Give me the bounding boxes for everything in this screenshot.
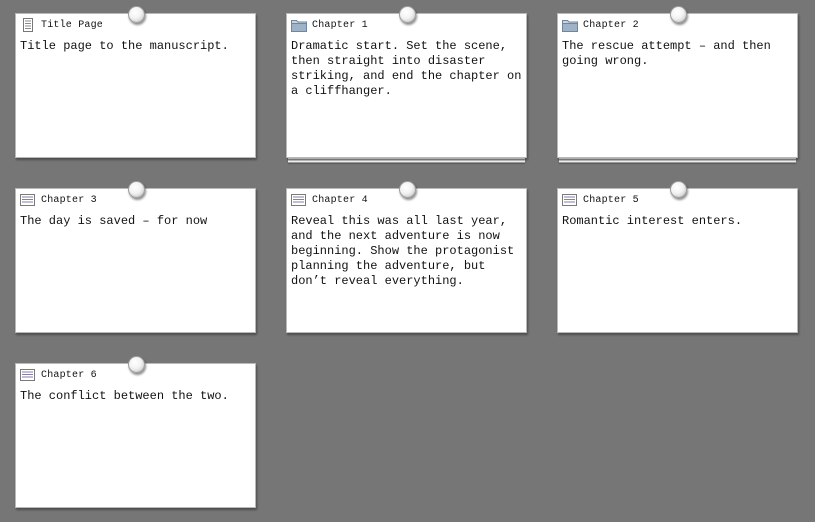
document-icon xyxy=(20,18,36,32)
index-card-chapter-1[interactable]: Chapter 1 Dramatic start. Set the scene,… xyxy=(286,6,527,163)
index-card-chapter-3[interactable]: Chapter 3 The day is saved – for now xyxy=(15,181,256,333)
pushpin-icon xyxy=(128,6,145,23)
folder-icon xyxy=(562,18,578,32)
card-synopsis[interactable]: Romantic interest enters. xyxy=(562,214,793,229)
index-card[interactable]: Chapter 4 Reveal this was all last year,… xyxy=(286,188,527,333)
corkboard: Title Page Title page to the manuscript.… xyxy=(0,0,815,522)
index-card[interactable]: Chapter 3 The day is saved – for now xyxy=(15,188,256,333)
index-card-chapter-5[interactable]: Chapter 5 Romantic interest enters. xyxy=(557,181,798,333)
pushpin-icon xyxy=(670,6,687,23)
card-title: Title Page xyxy=(41,19,104,31)
card-synopsis[interactable]: Reveal this was all last year, and the n… xyxy=(291,214,522,289)
index-card[interactable]: Chapter 1 Dramatic start. Set the scene,… xyxy=(286,13,527,158)
card-synopsis[interactable]: The day is saved – for now xyxy=(20,214,251,229)
index-card-title-page[interactable]: Title Page Title page to the manuscript. xyxy=(15,6,256,158)
index-card-chapter-6[interactable]: Chapter 6 The conflict between the two. xyxy=(15,356,256,508)
pushpin-icon xyxy=(399,181,416,198)
pushpin-icon xyxy=(399,6,416,23)
card-synopsis[interactable]: Dramatic start. Set the scene, then stra… xyxy=(291,39,522,99)
card-stack-edge xyxy=(559,160,796,163)
card-title: Chapter 4 xyxy=(312,194,368,206)
card-title: Chapter 5 xyxy=(583,194,639,206)
index-card[interactable]: Chapter 6 The conflict between the two. xyxy=(15,363,256,508)
card-title: Chapter 3 xyxy=(41,194,97,206)
pushpin-icon xyxy=(128,356,145,373)
text-lines-icon xyxy=(20,368,36,382)
pushpin-icon xyxy=(670,181,687,198)
folder-icon xyxy=(291,18,307,32)
text-lines-icon xyxy=(20,193,36,207)
card-synopsis[interactable]: Title page to the manuscript. xyxy=(20,39,251,54)
pushpin-icon xyxy=(128,181,145,198)
index-card[interactable]: Chapter 2 The rescue attempt – and then … xyxy=(557,13,798,158)
card-title: Chapter 2 xyxy=(583,19,639,31)
index-card[interactable]: Chapter 5 Romantic interest enters. xyxy=(557,188,798,333)
card-synopsis[interactable]: The rescue attempt – and then going wron… xyxy=(562,39,793,69)
text-lines-icon xyxy=(291,193,307,207)
index-card-chapter-2[interactable]: Chapter 2 The rescue attempt – and then … xyxy=(557,6,798,163)
card-title: Chapter 1 xyxy=(312,19,368,31)
card-title: Chapter 6 xyxy=(41,369,97,381)
index-card-chapter-4[interactable]: Chapter 4 Reveal this was all last year,… xyxy=(286,181,527,333)
card-synopsis[interactable]: The conflict between the two. xyxy=(20,389,251,404)
text-lines-icon xyxy=(562,193,578,207)
index-card[interactable]: Title Page Title page to the manuscript. xyxy=(15,13,256,158)
card-stack-edge xyxy=(288,160,525,163)
